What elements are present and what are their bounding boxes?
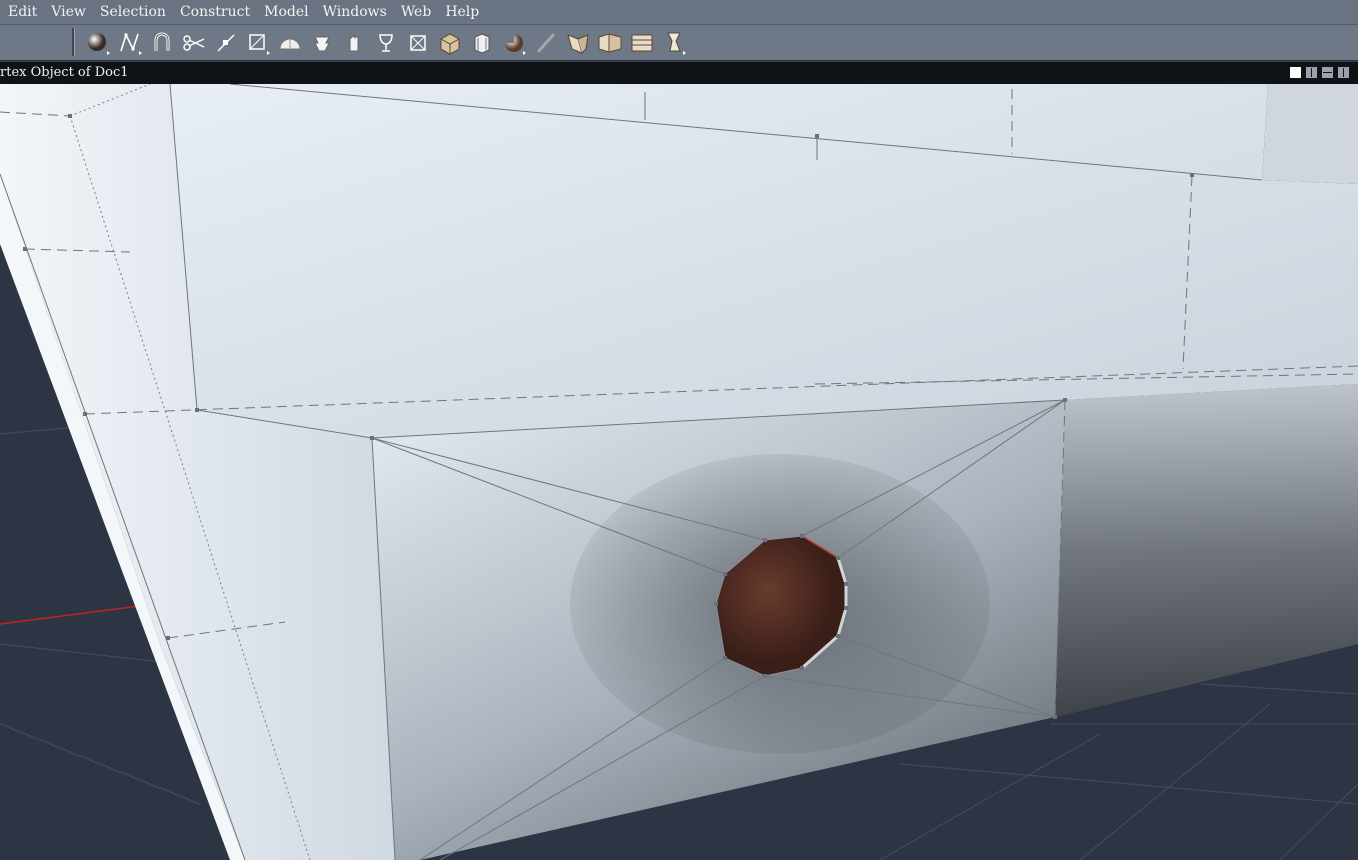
pie-sphere-icon[interactable] [500, 29, 528, 57]
single-view-layout-icon[interactable] [1290, 67, 1301, 78]
two-view-layout-icon[interactable] [1306, 67, 1317, 78]
menu-bar: Edit View Selection Construct Model Wind… [0, 0, 1358, 25]
half-dome-icon[interactable] [276, 29, 304, 57]
sphere-select-icon[interactable] [84, 29, 112, 57]
camera-label: Camera 125.1 [3, 93, 68, 103]
brush-icon[interactable] [532, 29, 560, 57]
menu-help[interactable]: Help [438, 0, 486, 24]
viewport-scene [0, 84, 1358, 860]
shelf-icon[interactable] [628, 29, 656, 57]
menu-windows[interactable]: Windows [316, 0, 394, 24]
point-icon[interactable] [212, 29, 240, 57]
menu-edit[interactable]: Edit [0, 0, 44, 24]
horizontal-layout-icon[interactable] [1322, 67, 1333, 78]
hand-icon[interactable] [340, 29, 368, 57]
crate-icon[interactable] [436, 29, 464, 57]
document-title-bar: rtex Object of Doc1 [0, 61, 1358, 85]
lathe-icon[interactable] [308, 29, 336, 57]
menu-view[interactable]: View [44, 0, 93, 24]
toolbar-separator [72, 28, 75, 56]
back-block [1262, 84, 1358, 184]
menu-construct[interactable]: Construct [173, 0, 257, 24]
right-dark-face [1055, 384, 1358, 717]
menu-model[interactable]: Model [257, 0, 316, 24]
x-axis-line [0, 605, 141, 625]
unfold-icon[interactable] [596, 29, 624, 57]
path-icon[interactable] [116, 29, 144, 57]
bag-icon[interactable] [468, 29, 496, 57]
menu-web[interactable]: Web [394, 0, 439, 24]
four-view-layout-icon[interactable] [1338, 67, 1349, 78]
magnet-icon[interactable] [148, 29, 176, 57]
knife-icon[interactable] [180, 29, 208, 57]
frame-icon[interactable] [244, 29, 272, 57]
bend-icon[interactable] [564, 29, 592, 57]
menu-selection[interactable]: Selection [93, 0, 173, 24]
toolbar [0, 25, 1358, 60]
3d-viewport[interactable]: Camera 125.1 [0, 84, 1358, 860]
goblet-icon[interactable] [372, 29, 400, 57]
document-title: rtex Object of Doc1 [0, 65, 129, 80]
top-face [170, 84, 1358, 438]
box-x-icon[interactable] [404, 29, 432, 57]
twist-icon[interactable] [660, 29, 688, 57]
